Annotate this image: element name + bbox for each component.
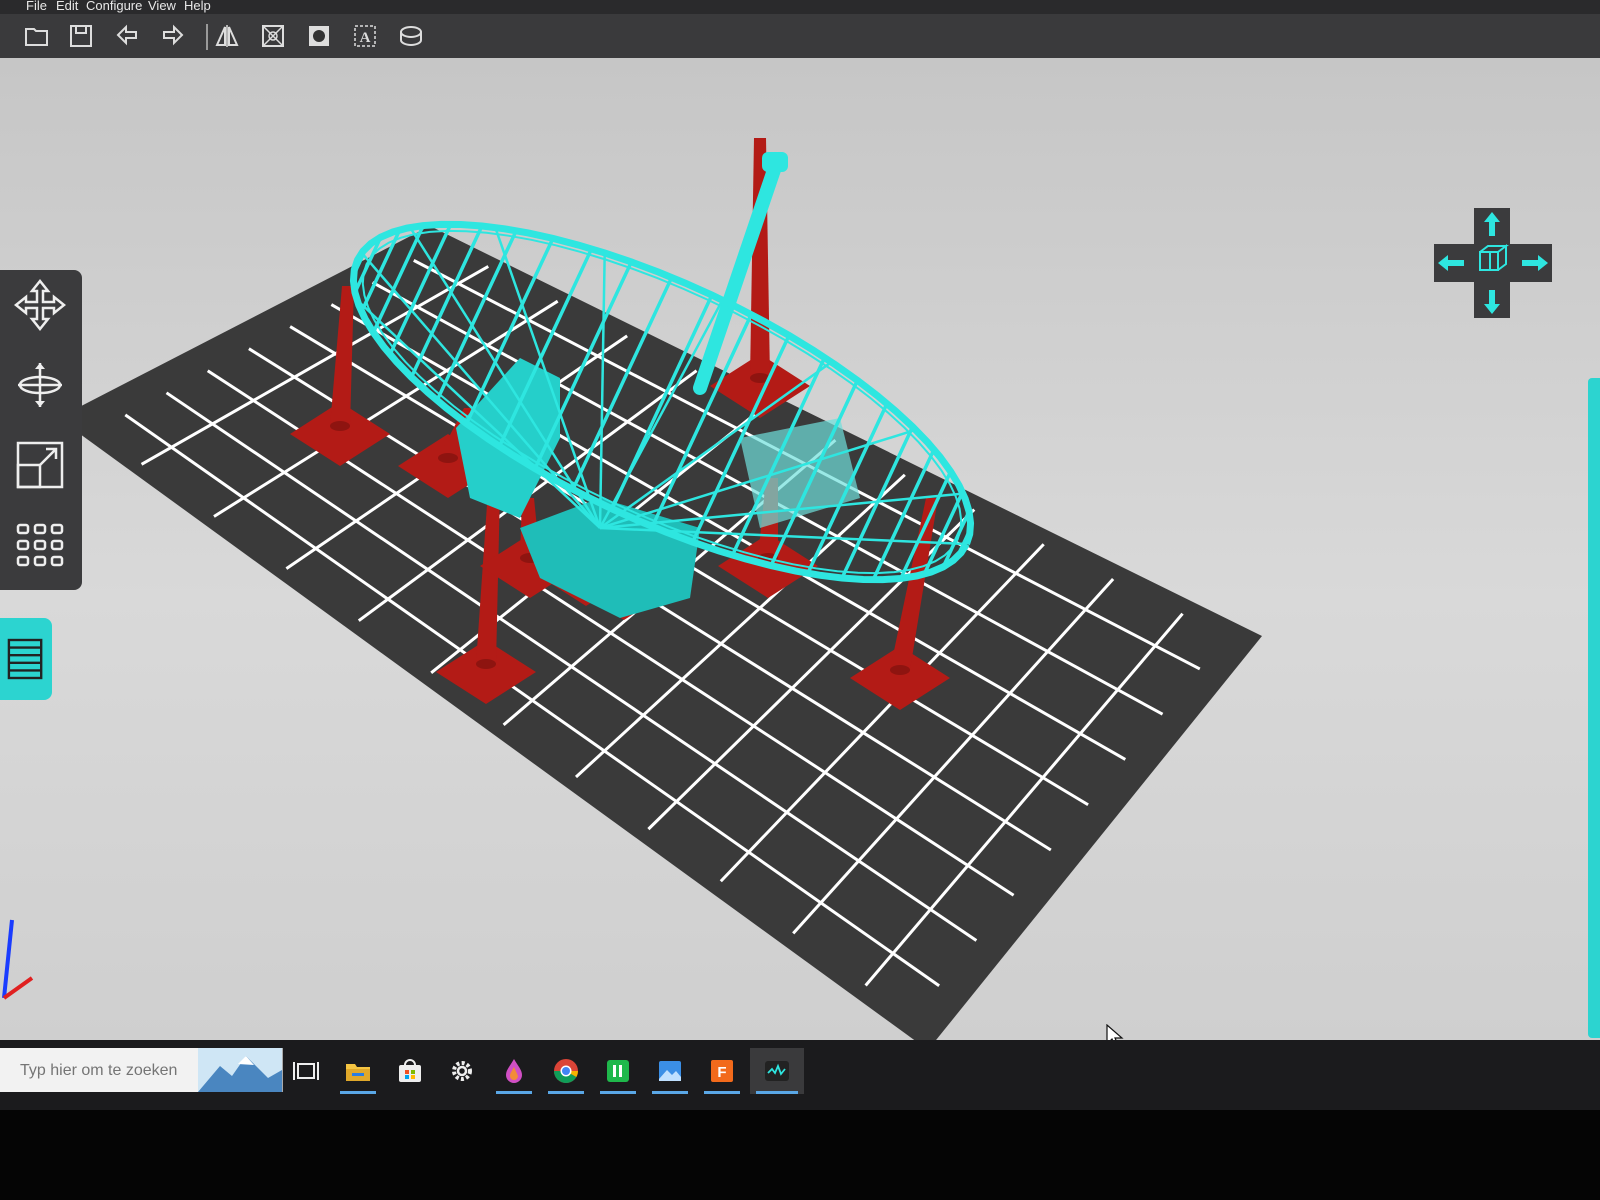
redo-icon <box>163 24 184 46</box>
menu-edit[interactable]: Edit <box>56 0 78 13</box>
menu-view[interactable]: View <box>148 0 176 13</box>
drain-icon <box>400 26 422 46</box>
support-foot <box>330 421 350 431</box>
fusion-button[interactable]: F <box>698 1048 746 1094</box>
rotate-tool-button[interactable] <box>6 350 74 420</box>
green-app-icon <box>607 1060 629 1082</box>
drill-icon <box>309 26 329 46</box>
hollow-icon <box>262 25 284 47</box>
move-icon <box>13 278 67 332</box>
photos-button[interactable] <box>646 1048 694 1094</box>
svg-text:A: A <box>360 30 371 46</box>
undo-button[interactable] <box>110 20 144 52</box>
support-foot <box>438 453 458 463</box>
feed-horn <box>762 152 788 172</box>
task-view-icon <box>293 1062 319 1080</box>
taskbar-search[interactable] <box>0 1048 283 1094</box>
mirror-icon <box>215 25 239 47</box>
save-button[interactable] <box>64 20 98 52</box>
menu-help[interactable]: Help <box>184 0 211 13</box>
paint-button[interactable] <box>490 1048 538 1094</box>
slicer-icon <box>765 1061 789 1081</box>
running-indicator <box>600 1091 636 1094</box>
store-button[interactable] <box>386 1048 434 1094</box>
running-indicator <box>704 1091 740 1094</box>
search-input[interactable] <box>0 1048 222 1094</box>
toolbar: A <box>0 14 1600 59</box>
text-icon: A <box>354 25 376 47</box>
mouse-cursor-icon <box>1106 1024 1124 1040</box>
left-tool-panel <box>0 270 82 590</box>
droplet-icon <box>506 1059 522 1083</box>
slicer-button[interactable] <box>750 1048 804 1094</box>
gear-icon <box>452 1061 472 1081</box>
photos-icon <box>659 1061 681 1081</box>
menu-configure[interactable]: Configure <box>86 0 142 13</box>
layers-button[interactable] <box>0 618 52 700</box>
scale-tool-button[interactable] <box>6 430 74 500</box>
rotate-icon <box>18 363 62 407</box>
folder-icon <box>346 1064 370 1081</box>
save-icon <box>70 25 92 47</box>
move-tool-button[interactable] <box>6 270 74 340</box>
green-app-button[interactable] <box>594 1048 642 1094</box>
support-foot <box>890 665 910 675</box>
running-indicator <box>652 1091 688 1094</box>
fusion-icon: F <box>711 1060 733 1082</box>
right-panel-edge[interactable] <box>1588 378 1600 1038</box>
file-explorer-button[interactable] <box>334 1048 382 1094</box>
arrange-tool-button[interactable] <box>6 510 74 580</box>
menu-file[interactable]: File <box>26 0 47 13</box>
screen: File Edit Configure View Help A Typ hier… <box>0 0 1600 1200</box>
toolbar-separator <box>206 24 208 50</box>
task-view-button[interactable] <box>282 1048 330 1094</box>
monitor-bezel <box>0 1110 1600 1200</box>
settings-button[interactable] <box>438 1048 486 1094</box>
undo-icon <box>116 24 137 46</box>
drill-button[interactable] <box>302 20 336 52</box>
3d-viewport[interactable] <box>0 58 1600 1040</box>
running-indicator <box>496 1091 532 1094</box>
chrome-button[interactable] <box>542 1048 590 1094</box>
mirror-button[interactable] <box>210 20 244 52</box>
grid-icon <box>16 523 64 567</box>
taskbar: F <box>0 1040 1600 1110</box>
text-button[interactable]: A <box>348 20 382 52</box>
layers-icon <box>7 638 43 680</box>
running-indicator <box>548 1091 584 1094</box>
hollow-button[interactable] <box>256 20 290 52</box>
store-icon <box>399 1059 421 1082</box>
scene <box>2 138 1262 1040</box>
running-indicator <box>340 1091 376 1094</box>
folder-open-icon <box>25 28 48 46</box>
build-plate <box>58 226 1262 1040</box>
svg-text:F: F <box>717 1064 726 1081</box>
support-foot <box>476 659 496 669</box>
redo-button[interactable] <box>156 20 190 52</box>
search-highlight-image <box>198 1048 282 1092</box>
open-file-button[interactable] <box>20 20 54 52</box>
running-indicator <box>756 1091 798 1094</box>
axis-indicator <box>2 919 34 1000</box>
scale-icon <box>16 441 64 489</box>
view-navigator <box>1434 208 1552 318</box>
chrome-icon <box>554 1059 578 1084</box>
menu-bar: File Edit Configure View Help <box>0 0 1600 14</box>
drain-button[interactable] <box>394 20 428 52</box>
